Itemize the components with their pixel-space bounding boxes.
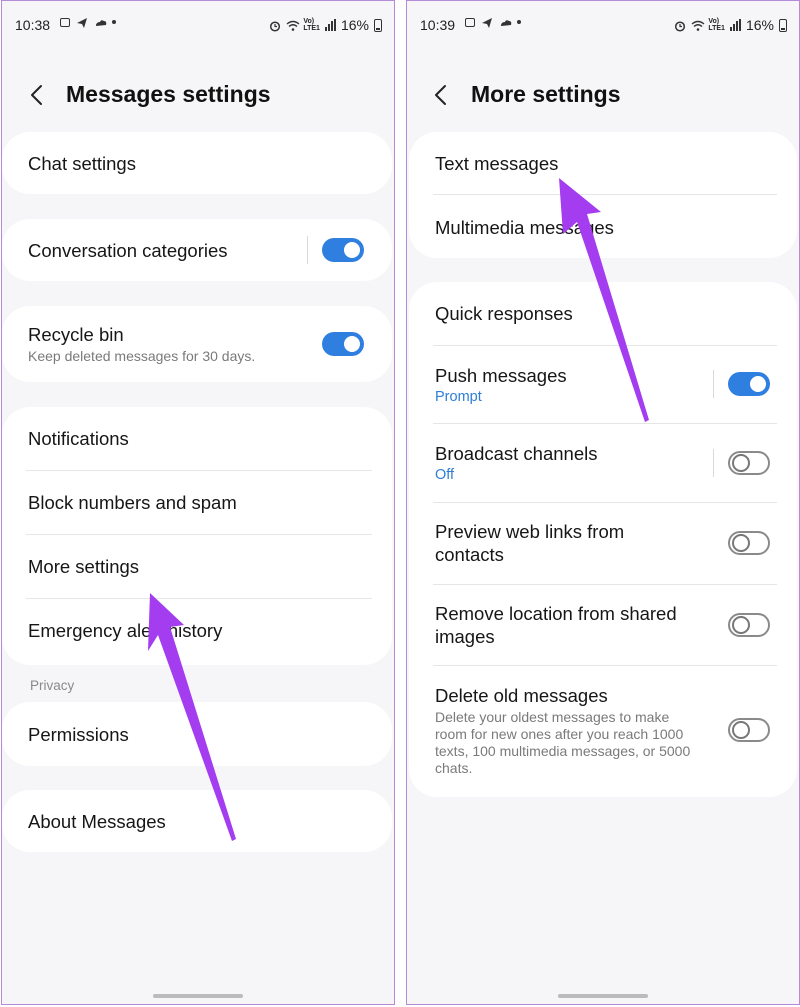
back-icon[interactable] [26, 83, 50, 107]
recycle-bin-label: Recycle bin [28, 324, 124, 345]
preview-web-links-item[interactable]: Preview web links from contacts [435, 520, 773, 566]
about-messages-item[interactable]: About Messages [2, 790, 392, 852]
status-time: 10:39 [420, 17, 456, 33]
recycle-bin-sub: Keep deleted messages for 30 days. [28, 348, 256, 364]
broadcast-channels-label: Broadcast channels [435, 443, 598, 464]
wifi-icon [286, 19, 300, 31]
push-messages-toggle[interactable] [728, 372, 770, 396]
page-title: More settings [471, 81, 621, 107]
push-messages-label: Push messages [435, 365, 567, 386]
push-messages-item[interactable]: Push messages Prompt [435, 364, 773, 405]
app-bar: More settings [407, 79, 799, 113]
alarm-icon [674, 19, 686, 32]
remove-location-toggle[interactable] [728, 613, 770, 637]
push-messages-sub: Prompt [435, 389, 482, 405]
weather-icon [94, 16, 107, 28]
chat-settings-item[interactable]: Chat settings [2, 132, 392, 194]
chat-settings-label: Chat settings [28, 153, 136, 174]
more-settings-item[interactable]: More settings [28, 555, 368, 578]
back-icon[interactable] [430, 83, 454, 107]
delete-old-messages-label: Delete old messages [435, 685, 608, 706]
emergency-alert-history-item[interactable]: Emergency alert history [28, 619, 368, 642]
battery-icon [779, 18, 787, 32]
signal-icon [324, 19, 336, 31]
weather-icon [499, 16, 512, 28]
telegram-icon [76, 16, 88, 28]
status-time: 10:38 [15, 17, 51, 33]
preview-web-links-toggle[interactable] [728, 531, 770, 555]
broadcast-channels-item[interactable]: Broadcast channels Off [435, 442, 773, 483]
status-bar: 10:39 Vo) LTE1 16% [407, 9, 799, 37]
gesture-bar [153, 994, 243, 998]
messaging-options-group: Quick responses Push messages Prompt Bro… [409, 282, 797, 797]
main-settings-group: Notifications Block numbers and spam Mor… [2, 407, 392, 665]
conversation-categories-toggle[interactable] [322, 238, 364, 262]
broadcast-channels-toggle[interactable] [728, 451, 770, 475]
alarm-icon [269, 19, 281, 32]
permissions-item[interactable]: Permissions [2, 702, 392, 766]
notifications-item[interactable]: Notifications [28, 427, 368, 450]
messages-settings-screen: 10:38 Vo) LTE1 16% Messages settings Cha… [1, 0, 395, 1005]
delete-old-messages-toggle[interactable] [728, 718, 770, 742]
wifi-icon [691, 19, 705, 31]
about-messages-label: About Messages [28, 811, 166, 832]
signal-icon [729, 19, 741, 31]
battery-percent: 16% [745, 17, 774, 33]
broadcast-channels-sub: Off [435, 467, 455, 483]
recycle-bin-item[interactable]: Recycle bin Keep deleted messages for 30… [2, 306, 392, 382]
volte-icon: Vo) LTE1 [708, 18, 725, 32]
text-messages-item[interactable]: Text messages [435, 152, 773, 175]
telegram-icon [481, 16, 493, 28]
more-settings-screen: 10:39 Vo) LTE1 16% More settings Text me… [406, 0, 800, 1005]
recycle-bin-toggle[interactable] [322, 332, 364, 356]
conversation-categories-label: Conversation categories [28, 240, 228, 261]
remove-location-item[interactable]: Remove location from shared images [435, 602, 773, 648]
gallery-icon [60, 17, 70, 27]
gesture-bar [558, 994, 648, 998]
gallery-icon [465, 17, 475, 27]
quick-responses-item[interactable]: Quick responses [435, 302, 773, 325]
notification-dot-icon [112, 20, 116, 24]
conversation-categories-item[interactable]: Conversation categories [2, 219, 392, 281]
permissions-label: Permissions [28, 724, 129, 745]
app-bar: Messages settings [2, 79, 394, 113]
battery-icon [374, 18, 382, 32]
privacy-section-header: Privacy [30, 678, 75, 693]
message-types-group: Text messages Multimedia messages [409, 132, 797, 258]
delete-old-messages-item[interactable]: Delete old messages Delete your oldest m… [435, 684, 717, 777]
status-bar: 10:38 Vo) LTE1 16% [2, 9, 394, 37]
volte-icon: Vo) LTE1 [303, 18, 320, 32]
multimedia-messages-item[interactable]: Multimedia messages [435, 216, 773, 239]
block-numbers-item[interactable]: Block numbers and spam [28, 491, 368, 514]
battery-percent: 16% [340, 17, 369, 33]
page-title: Messages settings [66, 81, 271, 107]
notification-dot-icon [517, 20, 521, 24]
